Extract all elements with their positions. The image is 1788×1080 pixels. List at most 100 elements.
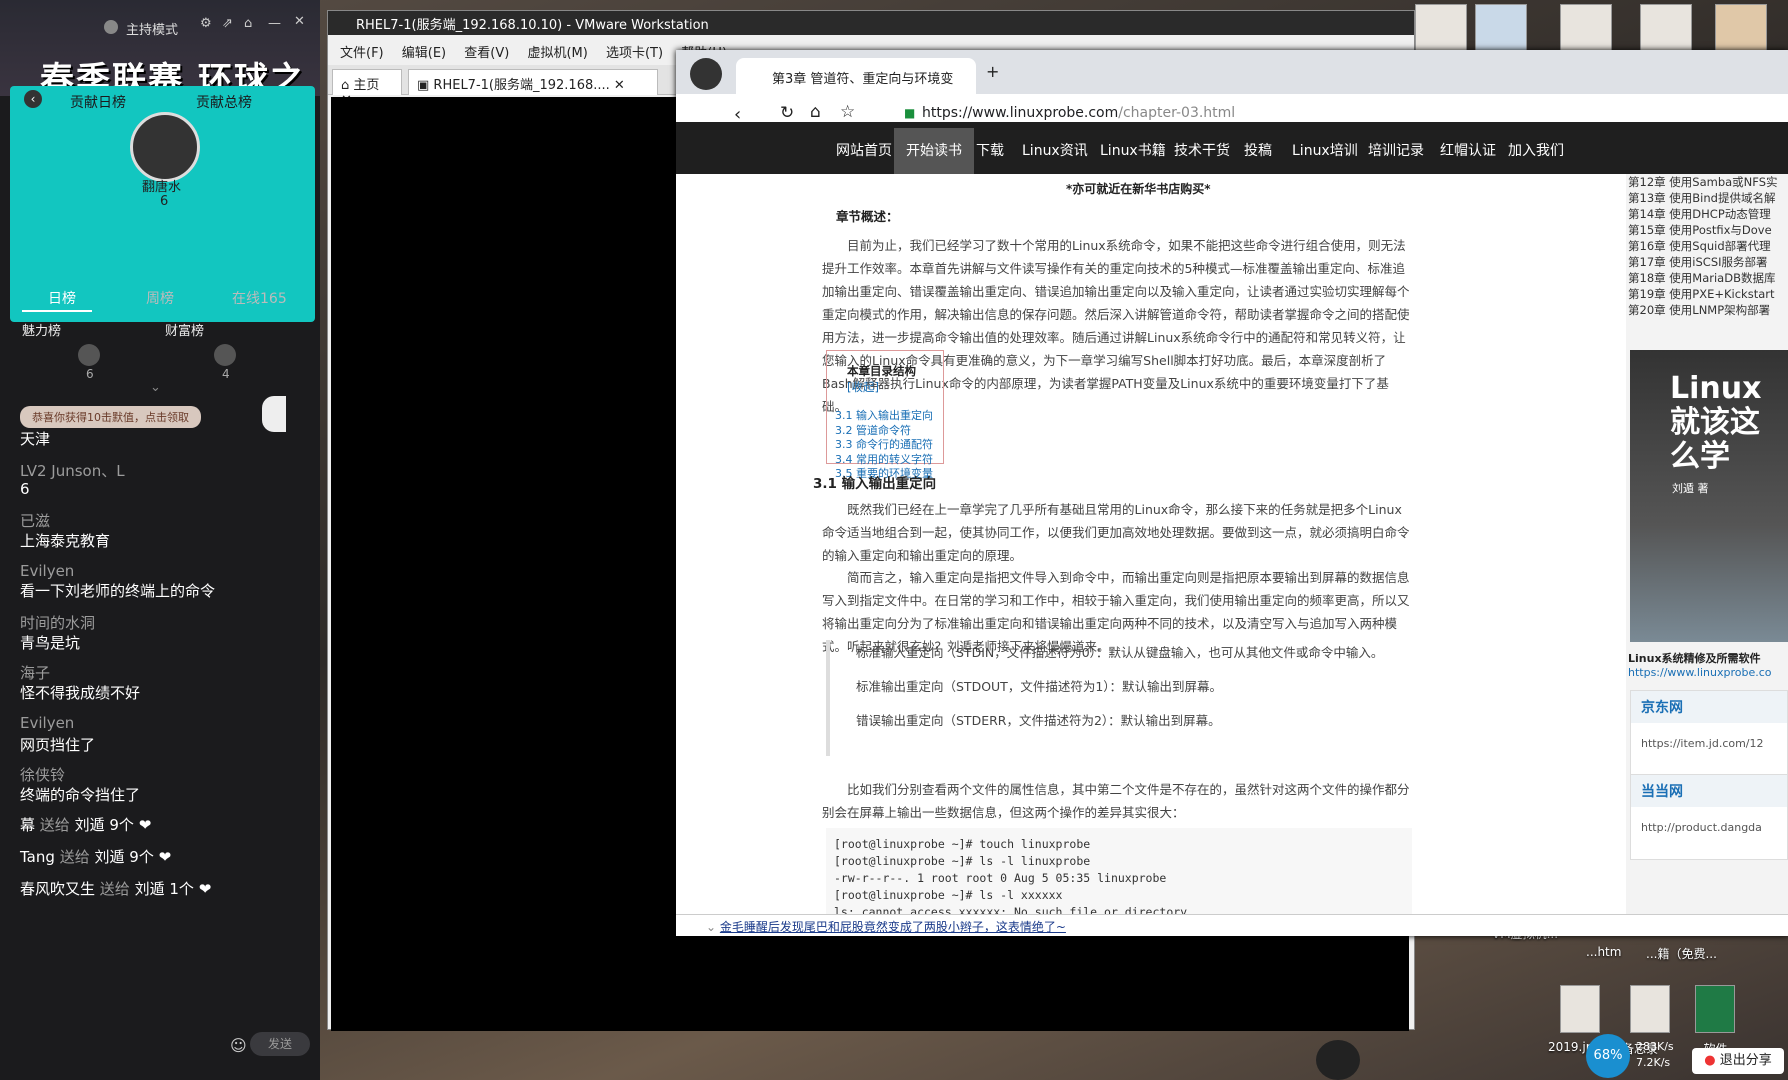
chat-username[interactable]: 海子 [20, 662, 50, 683]
gift-message: 幕 送给 刘遁 9个 ❤ [20, 814, 151, 835]
minimize-icon[interactable]: — [268, 16, 281, 31]
chapter-link[interactable]: 第19章 使用PXE+Kickstart [1628, 286, 1786, 302]
store-name: 京东网 [1631, 691, 1787, 723]
live-header: 主持模式 ⚙ ⇗ ⌂ — ✕ 春季联赛 环球之旅 [0, 0, 320, 149]
news-link[interactable]: 金毛睡醒后发现尾巴和屁股竟然变成了两股小辫子，这表情绝了~ [720, 920, 1066, 934]
chat-username[interactable]: Evilyen [20, 714, 74, 732]
toc-box: 本章目录结构 [收起] 3.1 输入输出重定向 3.2 管道命令符 3.3 命令… [826, 350, 944, 480]
close-icon[interactable]: ✕ [294, 14, 305, 29]
nav-home[interactable]: 网站首页 [836, 140, 892, 160]
nav-tech[interactable]: 技术干货 [1174, 140, 1230, 160]
new-tab-icon[interactable]: + [986, 62, 999, 81]
menu-tabs[interactable]: 选项卡(T) [606, 46, 663, 61]
nav-download[interactable]: 下载 [976, 140, 1004, 160]
chapter-link[interactable]: 第13章 使用Bind提供域名解 [1628, 190, 1786, 206]
toc-collapse-link[interactable]: [收起] [847, 380, 879, 394]
stop-sharing-button[interactable]: ● 退出分享 [1692, 1048, 1784, 1074]
chat-message: 6 [20, 480, 30, 498]
chapter-link[interactable]: 第12章 使用Samba或NFS实 [1628, 174, 1786, 190]
article-sidebar: 第12章 使用Samba或NFS实 第13章 使用Bind提供域名解 第14章 … [1626, 174, 1788, 936]
menu-edit[interactable]: 编辑(E) [402, 46, 446, 61]
chat-username[interactable]: 已滋 [20, 510, 50, 531]
back-icon[interactable]: ‹ [24, 90, 42, 108]
toc-link[interactable]: 3.4 常用的转义字符 [835, 453, 935, 468]
host-mode-label[interactable]: 主持模式 [126, 19, 178, 38]
nav-records[interactable]: 培训记录 [1368, 140, 1424, 160]
chapter-link[interactable]: 第18章 使用MariaDB数据库 [1628, 270, 1786, 286]
chapter-link[interactable]: 第16章 使用Squid部署代理 [1628, 238, 1786, 254]
charm-list-label[interactable]: 魅力榜 [22, 320, 61, 339]
tab-online[interactable]: 在线165 [232, 288, 287, 308]
browser-window: 第3章 管道符、重定向与环境变 + ‹ ↻ ⌂ ☆ ■ https://www.… [676, 50, 1788, 936]
article-content: *亦可就近在新华书店购买* 章节概述： 目前为止，我们已经学习了数十个常用的Li… [676, 174, 1626, 936]
chat-message: 天津 [20, 430, 51, 448]
reward-notice[interactable]: 恭喜你获得10击默值，点击领取 [20, 406, 201, 428]
purchase-note: *亦可就近在新华书店购买* [1066, 182, 1211, 196]
nav-training[interactable]: Linux培训 [1292, 140, 1358, 160]
gift-recipient: 刘遁 [74, 816, 105, 834]
home-icon[interactable]: ⌂ [810, 102, 821, 122]
memo-file-icon[interactable] [1630, 985, 1670, 1033]
toc-link[interactable]: 3.2 管道命令符 [835, 424, 935, 439]
net-download-speed: 7.2K/s [1636, 1056, 1671, 1069]
book-link[interactable]: https://www.linuxprobe.co [1628, 666, 1772, 679]
tab-total-contribution[interactable]: 贡献总榜 [196, 92, 252, 112]
book-cover[interactable]: Linux 就该这么学 刘遁 著 [1630, 350, 1788, 642]
chat-username[interactable]: Evilyen [20, 562, 74, 580]
toc-link[interactable]: 3.1 输入输出重定向 [835, 409, 935, 424]
tab-daily[interactable]: 日榜 [48, 288, 76, 308]
menu-vm[interactable]: 虚拟机(M) [527, 46, 587, 61]
chapter-link[interactable]: 第15章 使用Postfix与Dove [1628, 222, 1786, 238]
reload-icon[interactable]: ↻ [780, 103, 794, 123]
stop-icon: ● [1704, 1053, 1720, 1068]
paragraph: 既然我们已经在上一章学完了几乎所有基础且常用的Linux命令，那么接下来的任务就… [822, 502, 1410, 563]
bookmark-star-icon[interactable]: ☆ [840, 102, 855, 122]
chat-message: 看一下刘老师的终端上的命令 [20, 582, 216, 600]
tab-vm[interactable]: ▣ RHEL7-1(服务端_192.168.... ✕ [408, 69, 658, 95]
desktop-icon-label[interactable]: ...籍（免费... [1646, 945, 1717, 962]
gift-sender: 春风吹又生 [20, 880, 96, 898]
gift-sender: 幕 [20, 816, 36, 834]
store-link[interactable]: http://product.dangda [1631, 807, 1787, 848]
code-line: [root@linuxprobe ~]# touch linuxprobe [834, 837, 1091, 851]
lottery-icon[interactable] [262, 396, 286, 432]
send-button[interactable]: 发送 [250, 1032, 310, 1056]
tab-home[interactable]: ⌂ 主页 ✕ [332, 69, 402, 108]
image-file-icon[interactable] [1560, 985, 1600, 1033]
chat-username[interactable]: 徐侠铃 [20, 764, 65, 785]
excel-file-icon[interactable] [1695, 985, 1735, 1033]
menu-view[interactable]: 查看(V) [464, 46, 509, 61]
gift-sender: Tang [20, 848, 55, 866]
profile-avatar[interactable] [690, 58, 722, 90]
toc-heading: 本章目录结构 [收起] [847, 364, 916, 394]
tab-weekly[interactable]: 周榜 [146, 288, 174, 308]
emoji-icon[interactable]: ☺ [230, 1036, 247, 1055]
chat-username[interactable]: LV2 Junson、L [20, 460, 125, 481]
nav-start-reading[interactable]: 开始读书 [906, 140, 962, 160]
chat-username[interactable]: 时间的水洞 [20, 612, 95, 633]
chapter-link[interactable]: 第14章 使用DHCP动态管理 [1628, 206, 1786, 222]
nav-redhat[interactable]: 红帽认证 [1440, 140, 1496, 160]
chapter-link[interactable]: 第17章 使用iSCSI服务部署 [1628, 254, 1786, 270]
chat-message: 上海泰克教育 [20, 532, 111, 550]
nav-linux-books[interactable]: Linux书籍 [1100, 140, 1166, 160]
nav-join[interactable]: 加入我们 [1508, 140, 1564, 160]
menu-file[interactable]: 文件(F) [340, 46, 384, 61]
settings-icon[interactable]: ⚙ [200, 16, 212, 31]
gift-icon: ❤ [138, 816, 152, 834]
cpu-usage-badge[interactable]: 68% [1586, 1034, 1630, 1078]
chapter-link[interactable]: 第20章 使用LNMP架构部署 [1628, 302, 1786, 318]
toc-link[interactable]: 3.3 命令行的通配符 [835, 438, 935, 453]
nav-linux-news[interactable]: Linux资讯 [1022, 140, 1088, 160]
expand-icon[interactable]: ⌄ [150, 380, 161, 395]
top-user-avatar[interactable] [130, 112, 200, 182]
nav-submit[interactable]: 投稿 [1244, 140, 1272, 160]
browser-tab[interactable]: 第3章 管道符、重定向与环境变 [736, 58, 976, 94]
popout-icon[interactable]: ⇗ [222, 16, 233, 31]
store-link[interactable]: https://item.jd.com/12 [1631, 723, 1787, 764]
tab-daily-contribution[interactable]: 贡献日榜 [70, 92, 126, 112]
url-bar[interactable]: https://www.linuxprobe.com/chapter-03.ht… [922, 105, 1235, 121]
desktop-icon-label[interactable]: ...htm [1586, 945, 1621, 959]
pin-icon[interactable]: ⌂ [244, 16, 252, 31]
wealth-list-label[interactable]: 财富榜 [165, 320, 204, 339]
